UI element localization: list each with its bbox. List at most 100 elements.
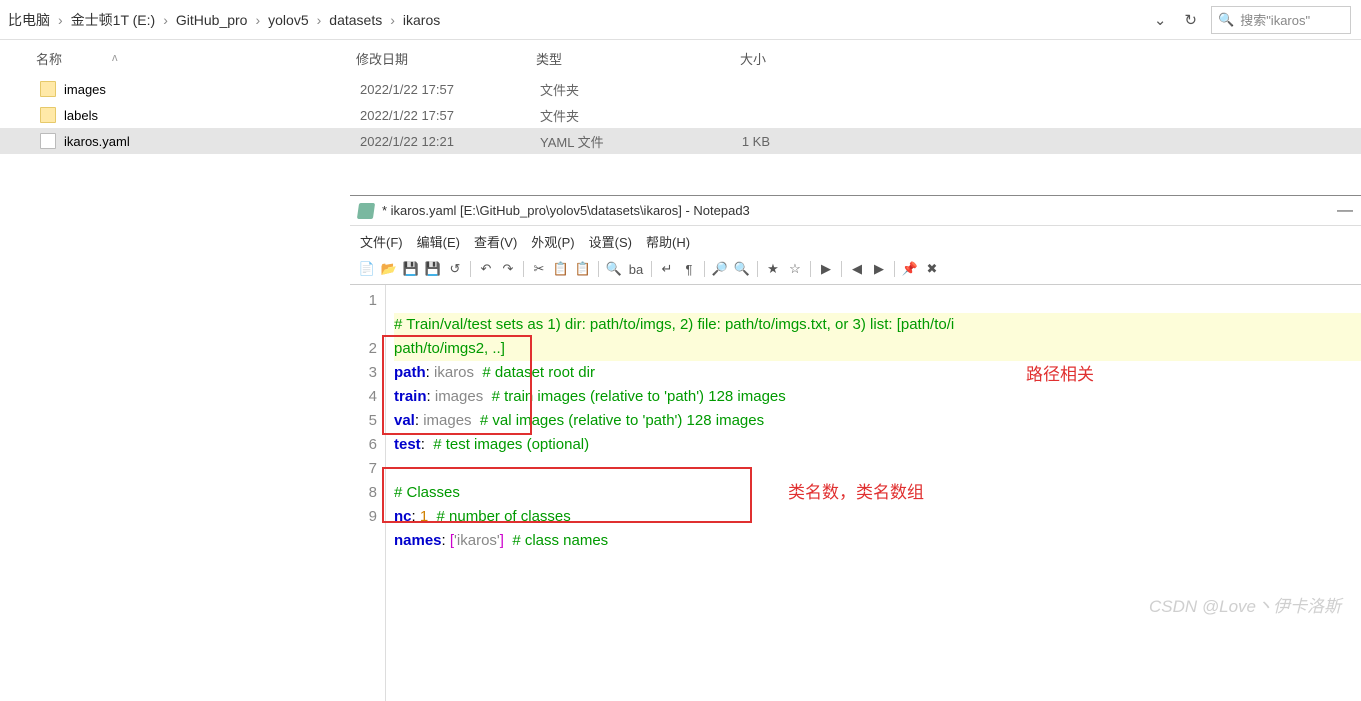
menu-appearance[interactable]: 外观(P) [531, 232, 574, 251]
separator [598, 261, 599, 277]
col-name[interactable]: 名称ʌ [36, 49, 356, 68]
menu-file[interactable]: 文件(F) [360, 232, 403, 251]
search-icon: 🔍 [1218, 12, 1234, 28]
chevron-right-icon: › [313, 12, 326, 28]
pin-icon[interactable]: 📌 [901, 260, 919, 278]
star-icon[interactable]: ★ [764, 260, 782, 278]
editor[interactable]: 123456789 # Train/val/test sets as 1) di… [350, 285, 1361, 701]
notepad-window: * ikaros.yaml [E:\GitHub_pro\yolov5\data… [350, 195, 1361, 627]
yaml-key: test [394, 436, 421, 453]
bc-2[interactable]: GitHub_pro [172, 12, 252, 28]
code-comment: # class names [512, 532, 608, 549]
sort-indicator-icon: ʌ [112, 52, 118, 64]
dropdown-icon[interactable]: ⌄ [1154, 11, 1167, 29]
zoom-out-icon[interactable]: 🔍 [733, 260, 751, 278]
watermark: CSDN @Love丶伊卡洛斯 [1149, 592, 1341, 617]
chevron-right-icon: › [251, 12, 264, 28]
chevron-right-icon: › [159, 12, 172, 28]
save-icon[interactable]: 💾 [402, 260, 420, 278]
code-area[interactable]: # Train/val/test sets as 1) dir: path/to… [386, 285, 1361, 701]
close-icon[interactable]: ✖ [923, 260, 941, 278]
separator [810, 261, 811, 277]
cut-icon[interactable]: ✂ [530, 260, 548, 278]
bc-3[interactable]: yolov5 [264, 12, 312, 28]
app-icon [357, 203, 375, 219]
yaml-value: ikaros [434, 364, 474, 381]
word-wrap-icon[interactable]: ↵ [658, 260, 676, 278]
menu-view[interactable]: 查看(V) [474, 232, 517, 251]
separator [470, 261, 471, 277]
menu-edit[interactable]: 编辑(E) [417, 232, 460, 251]
code-comment: # Train/val/test sets as 1) dir: path/to… [394, 316, 954, 333]
refresh-icon[interactable]: ↻ [1184, 11, 1197, 29]
minimize-icon[interactable]: — [1337, 202, 1353, 220]
breadcrumb[interactable]: 比电脑› 金士顿1T (E:)› GitHub_pro› yolov5› dat… [0, 10, 1140, 30]
bc-1[interactable]: 金士顿1T (E:) [67, 10, 160, 30]
yaml-key: nc [394, 508, 412, 525]
revert-icon[interactable]: ↺ [446, 260, 464, 278]
yaml-key: names [394, 532, 442, 549]
file-icon [40, 133, 56, 149]
copy-icon[interactable]: 📋 [552, 260, 570, 278]
list-item[interactable]: labels 2022/1/22 17:57 文件夹 [0, 102, 1361, 128]
find-icon[interactable]: 🔍 [605, 260, 623, 278]
search-placeholder: 搜索"ikaros" [1240, 10, 1310, 29]
column-headers: 名称ʌ 修改日期 类型 大小 [0, 40, 1361, 76]
line-gutter: 123456789 [350, 285, 386, 701]
redo-icon[interactable]: ↷ [499, 260, 517, 278]
col-type[interactable]: 类型 [536, 49, 686, 68]
prev-icon[interactable]: ◀ [848, 260, 866, 278]
whitespace-icon[interactable]: ¶ [680, 260, 698, 278]
yaml-key: train [394, 388, 427, 405]
separator [704, 261, 705, 277]
file-list: images 2022/1/22 17:57 文件夹 labels 2022/1… [0, 76, 1361, 154]
search-input[interactable]: 🔍 搜索"ikaros" [1211, 6, 1351, 34]
chevron-right-icon: › [54, 12, 67, 28]
explorer-address-bar: 比电脑› 金士顿1T (E:)› GitHub_pro› yolov5› dat… [0, 0, 1361, 40]
separator [841, 261, 842, 277]
annotation-label: 类名数，类名数组 [788, 481, 924, 505]
folder-icon [40, 81, 56, 97]
code-comment: path/to/imgs2, ..] [394, 340, 505, 357]
menu-settings[interactable]: 设置(S) [589, 232, 632, 251]
bc-5[interactable]: ikaros [399, 12, 444, 28]
separator [523, 261, 524, 277]
new-file-icon[interactable]: 📄 [358, 260, 376, 278]
code-comment: # number of classes [437, 508, 571, 525]
undo-icon[interactable]: ↶ [477, 260, 495, 278]
separator [651, 261, 652, 277]
annotation-label: 路径相关 [1026, 363, 1094, 387]
next-icon[interactable]: ▶ [870, 260, 888, 278]
code-comment: # val images (relative to 'path') 128 im… [480, 412, 764, 429]
yaml-value: images [423, 412, 471, 429]
open-icon[interactable]: 📂 [380, 260, 398, 278]
separator [894, 261, 895, 277]
code-comment: # test images (optional) [433, 436, 589, 453]
yaml-value: images [435, 388, 483, 405]
title-bar[interactable]: * ikaros.yaml [E:\GitHub_pro\yolov5\data… [350, 196, 1361, 226]
folder-icon [40, 107, 56, 123]
yaml-key: val [394, 412, 415, 429]
run-icon[interactable]: ▶ [817, 260, 835, 278]
menubar: 文件(F) 编辑(E) 查看(V) 外观(P) 设置(S) 帮助(H) [350, 226, 1361, 257]
code-comment: # Classes [394, 484, 460, 501]
zoom-in-icon[interactable]: 🔎 [711, 260, 729, 278]
window-title: * ikaros.yaml [E:\GitHub_pro\yolov5\data… [382, 203, 750, 218]
bc-0[interactable]: 比电脑 [4, 10, 54, 30]
list-item[interactable]: images 2022/1/22 17:57 文件夹 [0, 76, 1361, 102]
separator [757, 261, 758, 277]
col-date[interactable]: 修改日期 [356, 49, 536, 68]
star-outline-icon[interactable]: ☆ [786, 260, 804, 278]
code-comment: # train images (relative to 'path') 128 … [492, 388, 786, 405]
bc-4[interactable]: datasets [325, 12, 386, 28]
yaml-value: 1 [420, 508, 428, 525]
chevron-right-icon: › [386, 12, 399, 28]
list-item[interactable]: ikaros.yaml 2022/1/22 12:21 YAML 文件 1 KB [0, 128, 1361, 154]
toolbar: 📄📂💾💾↺↶↷✂📋📋🔍ba↵¶🔎🔍★☆▶◀▶📌✖ [350, 257, 1361, 285]
col-size[interactable]: 大小 [686, 49, 766, 68]
replace-icon[interactable]: ba [627, 260, 645, 278]
paste-icon[interactable]: 📋 [574, 260, 592, 278]
yaml-key: path [394, 364, 426, 381]
save-all-icon[interactable]: 💾 [424, 260, 442, 278]
menu-help[interactable]: 帮助(H) [646, 232, 690, 251]
